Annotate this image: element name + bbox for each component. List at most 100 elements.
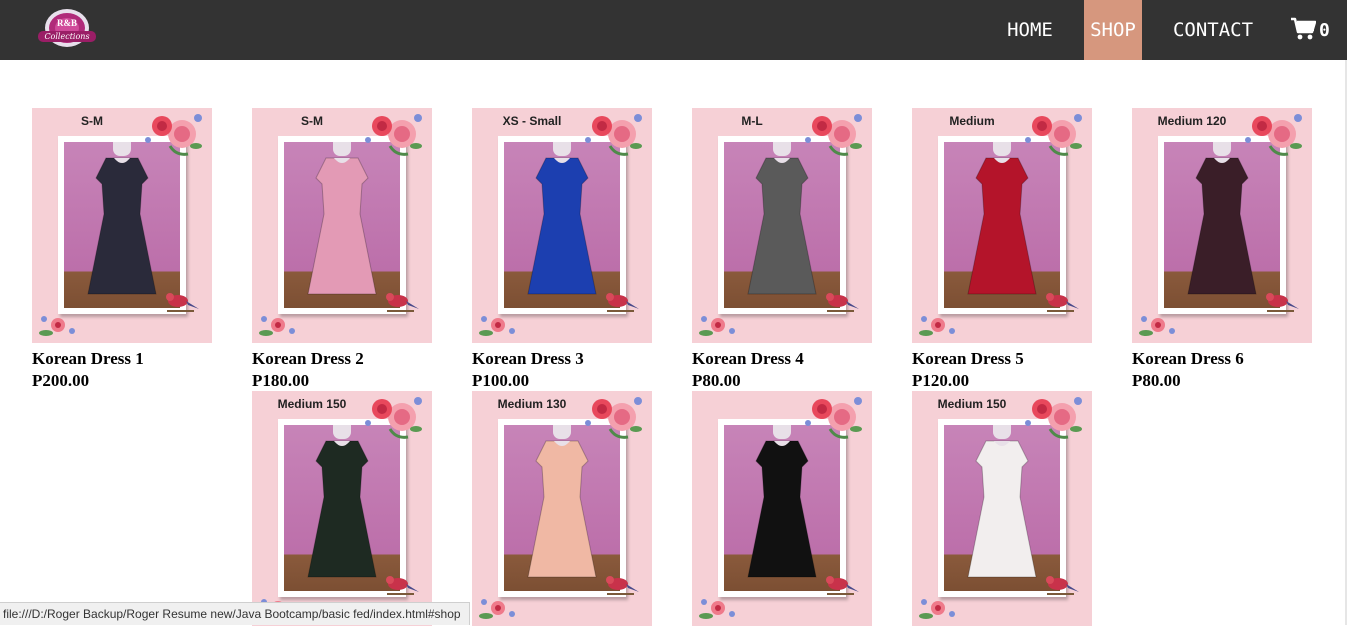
- product-image[interactable]: Medium 130: [472, 391, 652, 626]
- dress-shape: [82, 154, 162, 302]
- bird-decoration-icon: [824, 289, 860, 313]
- product-item[interactable]: Medium Korean Dress 5P120.00: [912, 108, 1092, 392]
- product-name[interactable]: Korean Dress 4: [692, 348, 872, 370]
- product-name[interactable]: Korean Dress 3: [472, 348, 652, 370]
- size-label: Medium 130: [472, 397, 592, 411]
- dress-shape: [962, 154, 1042, 302]
- product-item[interactable]: Medium 130: [472, 391, 652, 626]
- mannequin-head: [113, 142, 131, 156]
- photo-frame: [58, 136, 186, 314]
- dress-photo: [1164, 142, 1280, 308]
- flower-decoration-icon: [36, 309, 80, 341]
- flower-decoration-icon: [476, 592, 520, 624]
- dress-shape: [962, 437, 1042, 585]
- photo-frame: [278, 419, 406, 597]
- photo-frame: [498, 419, 626, 597]
- flower-decoration-icon: [696, 309, 740, 341]
- product-name[interactable]: Korean Dress 1: [32, 348, 212, 370]
- photo-frame: [278, 136, 406, 314]
- dress-photo: [64, 142, 180, 308]
- bird-decoration-icon: [1264, 289, 1300, 313]
- brand-logo[interactable]: R&B Collections: [36, 4, 98, 52]
- mannequin-head: [553, 142, 571, 156]
- dress-photo: [944, 425, 1060, 591]
- svg-text:R&B: R&B: [57, 18, 77, 28]
- mannequin-head: [1213, 142, 1231, 156]
- shopping-cart-icon: [1290, 17, 1316, 41]
- dress-shape: [1182, 154, 1262, 302]
- cart-button[interactable]: 0: [1287, 0, 1337, 60]
- dress-photo: [724, 425, 840, 591]
- dress-shape: [522, 437, 602, 585]
- photo-frame: [718, 136, 846, 314]
- product-item[interactable]: Medium 150: [252, 391, 432, 626]
- bird-decoration-icon: [1044, 572, 1080, 596]
- dress-shape: [742, 437, 822, 585]
- product-image[interactable]: Medium: [912, 108, 1092, 343]
- product-image[interactable]: Medium 150: [252, 391, 432, 626]
- bird-decoration-icon: [164, 289, 200, 313]
- product-price: P100.00: [472, 370, 652, 392]
- product-name[interactable]: Korean Dress 2: [252, 348, 432, 370]
- product-image[interactable]: M-L: [692, 108, 872, 343]
- nav-shop-link[interactable]: SHOP: [1084, 0, 1142, 60]
- dress-shape: [302, 437, 382, 585]
- product-image[interactable]: S-M: [252, 108, 432, 343]
- nav-contact-link[interactable]: CONTACT: [1162, 0, 1264, 60]
- svg-text:Collections: Collections: [44, 32, 89, 41]
- mannequin-head: [333, 425, 351, 439]
- size-label: Medium 150: [912, 397, 1032, 411]
- product-item[interactable]: S-M Korean Dress 2P180.00: [252, 108, 432, 392]
- dress-photo: [724, 142, 840, 308]
- product-item[interactable]: [692, 391, 872, 626]
- flower-decoration-icon: [916, 309, 960, 341]
- size-label: Medium: [912, 114, 1032, 128]
- flower-decoration-icon: [476, 309, 520, 341]
- product-price: P120.00: [912, 370, 1092, 392]
- dress-shape: [522, 154, 602, 302]
- dress-photo: [284, 142, 400, 308]
- bird-decoration-icon: [1044, 289, 1080, 313]
- product-image[interactable]: Medium 150: [912, 391, 1092, 626]
- flower-decoration-icon: [256, 309, 300, 341]
- photo-frame: [1158, 136, 1286, 314]
- product-name[interactable]: Korean Dress 6: [1132, 348, 1312, 370]
- dress-shape: [742, 154, 822, 302]
- photo-frame: [498, 136, 626, 314]
- size-label: S-M: [252, 114, 372, 128]
- mannequin-head: [333, 142, 351, 156]
- mannequin-head: [993, 142, 1011, 156]
- flower-decoration-icon: [916, 592, 960, 624]
- product-item[interactable]: M-LKorean Dress 4P80.00: [692, 108, 872, 392]
- dress-photo: [504, 425, 620, 591]
- mannequin-head: [993, 425, 1011, 439]
- bird-decoration-icon: [824, 572, 860, 596]
- size-label: Medium 150: [252, 397, 372, 411]
- navbar: R&B Collections HOME SHOP CONTACT 0: [0, 0, 1347, 60]
- product-price: P180.00: [252, 370, 432, 392]
- product-image[interactable]: XS - Small: [472, 108, 652, 343]
- flower-decoration-icon: [1136, 309, 1180, 341]
- product-name[interactable]: Korean Dress 5: [912, 348, 1092, 370]
- mannequin-head: [553, 425, 571, 439]
- flower-decoration-icon: [696, 592, 740, 624]
- product-item[interactable]: Medium 150: [912, 391, 1092, 626]
- bird-decoration-icon: [384, 572, 420, 596]
- nav-home-link[interactable]: HOME: [995, 0, 1065, 60]
- mannequin-head: [773, 425, 791, 439]
- product-image[interactable]: Medium 120: [1132, 108, 1312, 343]
- dress-shape: [302, 154, 382, 302]
- photo-frame: [938, 136, 1066, 314]
- size-label: Medium 120: [1132, 114, 1252, 128]
- dress-photo: [504, 142, 620, 308]
- product-image[interactable]: S-M: [32, 108, 212, 343]
- browser-status-bar: file:///D:/Roger Backup/Roger Resume new…: [0, 602, 470, 625]
- product-image[interactable]: [692, 391, 872, 626]
- product-item[interactable]: XS - Small Korean Dress 3P100.00: [472, 108, 652, 392]
- product-item[interactable]: S-M Korean Dress 1P200.00: [32, 108, 212, 392]
- cart-count: 0: [1319, 0, 1330, 60]
- product-price: P200.00: [32, 370, 212, 392]
- bird-decoration-icon: [384, 289, 420, 313]
- bird-decoration-icon: [604, 572, 640, 596]
- product-item[interactable]: Medium 120Korean Dress 6P80.00: [1132, 108, 1312, 392]
